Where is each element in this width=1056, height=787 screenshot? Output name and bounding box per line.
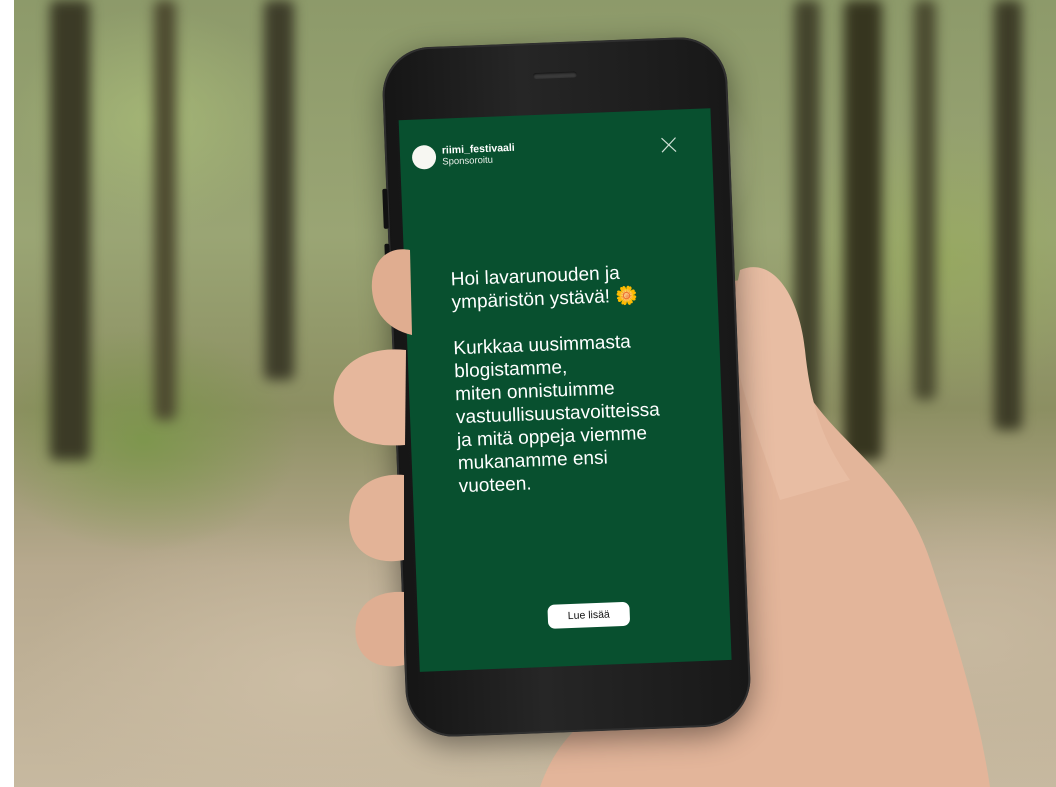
flower-icon: 🌼 bbox=[614, 285, 639, 307]
avatar[interactable] bbox=[411, 144, 437, 170]
volume-button bbox=[382, 188, 389, 229]
volume-button bbox=[384, 243, 391, 284]
speaker-grille bbox=[532, 71, 577, 80]
body-text: Kurkkaa uusimmasta blogistamme, miten on… bbox=[453, 331, 661, 498]
story-screen: riimi_festivaali Sponsoroitu Hoi lavarun… bbox=[398, 108, 732, 672]
greeting-text: Hoi lavarunouden ja ympäristön ystävä! 🌼 bbox=[450, 258, 712, 314]
read-more-button[interactable]: Lue lisää bbox=[547, 601, 631, 629]
greeting-line: Hoi lavarunouden ja ympäristön ystävä! bbox=[450, 262, 621, 314]
sponsored-label: Sponsoroitu bbox=[442, 154, 494, 168]
phone: riimi_festivaali Sponsoroitu Hoi lavarun… bbox=[380, 35, 753, 739]
story-message: Hoi lavarunouden ja ympäristön ystävä! 🌼… bbox=[450, 258, 720, 521]
account-info: riimi_festivaali Sponsoroitu bbox=[442, 142, 516, 168]
close-icon[interactable] bbox=[659, 136, 678, 155]
story-header: riimi_festivaali Sponsoroitu bbox=[411, 142, 516, 170]
